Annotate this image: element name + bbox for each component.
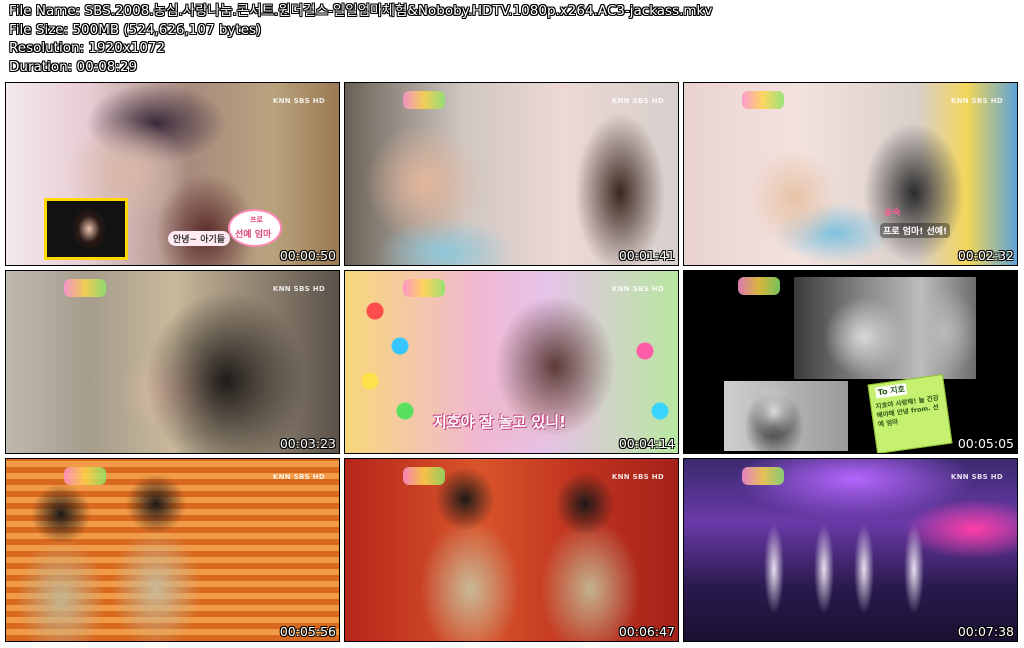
timestamp: 00:01:41 xyxy=(618,248,675,263)
thumbnail-3-image xyxy=(684,83,1017,265)
file-size-line: File Size: 500MB (524,626,107 bytes) xyxy=(9,21,262,38)
channel-logo: KNN SBS HD xyxy=(272,285,325,293)
thumbnail-3: KNN SBS HD 승숙 프로 엄마! 선예! 00:02:32 xyxy=(683,82,1018,266)
caption-greeting: 안녕~ 아기들 xyxy=(168,231,231,246)
thumbnail-2-image xyxy=(345,83,678,265)
timestamp: 00:00:50 xyxy=(279,248,336,263)
timestamp: 00:05:56 xyxy=(279,624,336,639)
caption-title: 프로 엄마! 선예! xyxy=(880,223,951,238)
channel-logo: KNN SBS HD xyxy=(950,97,1003,105)
caption-handwriting: 지호야 잘 놀고 있니! xyxy=(433,413,566,431)
caption-name: 승숙 xyxy=(884,208,901,218)
thumbnail-9: KNN SBS HD 00:07:38 xyxy=(683,458,1018,642)
duration-line: Duration: 00:08:29 xyxy=(9,58,138,75)
timestamp: 00:07:38 xyxy=(957,624,1014,639)
message-card-to: To 지호 xyxy=(874,383,908,399)
channel-logo: KNN SBS HD xyxy=(611,97,664,105)
thumbnail-1: KNN SBS HD 안녕~ 아기들 프로 선예 엄마 00:00:50 xyxy=(5,82,340,266)
thumbnail-6: To 지호 지호야 사랑해! 늘 건강해야해 안녕 from. 선예 엄마 00… xyxy=(683,270,1018,454)
channel-logo: KNN SBS HD xyxy=(272,97,325,105)
thumbnail-7-image xyxy=(6,459,339,641)
show-logo xyxy=(403,279,445,297)
thumbnail-7: KNN SBS HD 00:05:56 xyxy=(5,458,340,642)
channel-logo: KNN SBS HD xyxy=(272,473,325,481)
show-logo xyxy=(403,91,445,109)
file-name-line: File Name: SBS.2008.농심.사랑나눔.콘서트.원더걸스-일일엄… xyxy=(9,3,713,19)
file-info-panel: File Name: SBS.2008.농심.사랑나눔.콘서트.원더걸스-일일엄… xyxy=(9,2,1009,76)
thumbnail-9-image xyxy=(684,459,1017,641)
channel-logo: KNN SBS HD xyxy=(611,285,664,293)
timestamp: 00:03:23 xyxy=(279,436,336,451)
channel-logo: KNN SBS HD xyxy=(611,473,664,481)
show-logo xyxy=(742,467,784,485)
bw-photo-baby xyxy=(794,277,976,379)
thumbnail-8: KNN SBS HD 00:06:47 xyxy=(344,458,679,642)
show-logo xyxy=(64,279,106,297)
thumbnail-2: KNN SBS HD 00:01:41 xyxy=(344,82,679,266)
show-logo xyxy=(738,277,780,295)
show-logo xyxy=(742,91,784,109)
thumbnail-4: KNN SBS HD 00:03:23 xyxy=(5,270,340,454)
thumbnail-5: KNN SBS HD 지호야 잘 놀고 있니! 00:04:14 xyxy=(344,270,679,454)
caption-badge-top: 프로 xyxy=(250,216,263,224)
thumbnail-8-image xyxy=(345,459,678,641)
timestamp: 00:06:47 xyxy=(618,624,675,639)
caption-badge: 프로 선예 엄마 xyxy=(228,209,282,247)
timestamp: 00:05:05 xyxy=(957,436,1014,451)
bw-photo-mother xyxy=(724,381,848,451)
show-logo xyxy=(64,467,106,485)
timestamp: 00:02:32 xyxy=(957,248,1014,263)
message-card: To 지호 지호야 사랑해! 늘 건강해야해 안녕 from. 선예 엄마 xyxy=(867,374,953,453)
resolution-line: Resolution: 1920x1072 xyxy=(9,40,166,56)
inset-photo xyxy=(44,198,128,260)
timestamp: 00:04:14 xyxy=(618,436,675,451)
thumbnail-4-image xyxy=(6,271,339,453)
message-card-body: 지호야 사랑해! 늘 건강해야해 안녕 from. 선예 엄마 xyxy=(875,393,940,429)
show-logo xyxy=(403,467,445,485)
caption-badge-main: 선예 엄마 xyxy=(235,230,272,240)
channel-logo: KNN SBS HD xyxy=(950,473,1003,481)
